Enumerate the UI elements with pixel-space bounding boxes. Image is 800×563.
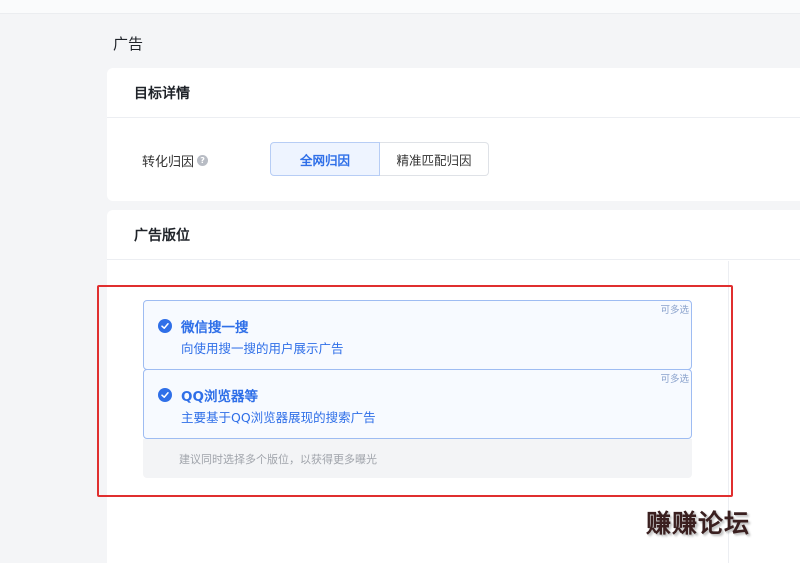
page-title: 广告 — [113, 35, 144, 53]
multi-select-badge: 可多选 — [660, 305, 689, 316]
option-title: 微信搜一搜 — [181, 320, 249, 336]
attribution-segmented-control: 全网归因 精准匹配归因 — [270, 142, 489, 176]
placement-option-qq-browser[interactable]: 可多选 QQ浏览器等 主要基于QQ浏览器展现的搜索广告 — [143, 369, 692, 439]
check-circle-icon — [158, 388, 172, 402]
watermark: 赚赚论坛 — [646, 509, 751, 538]
ad-placement-header: 广告版位 — [107, 210, 800, 260]
attribution-label-text: 转化归因 — [142, 155, 195, 170]
option-title: QQ浏览器等 — [181, 389, 258, 405]
attribution-option-network[interactable]: 全网归因 — [270, 142, 380, 176]
question-circle-icon[interactable]: ? — [197, 155, 209, 166]
check-circle-icon — [158, 319, 172, 333]
top-bar — [0, 0, 800, 14]
option-description: 主要基于QQ浏览器展现的搜索广告 — [181, 410, 376, 425]
attribution-label: 转化归因 ? — [142, 151, 209, 170]
attribution-option-precise[interactable]: 精准匹配归因 — [380, 142, 489, 176]
multi-select-badge: 可多选 — [660, 374, 689, 385]
placement-option-wechat-search[interactable]: 可多选 微信搜一搜 向使用搜一搜的用户展示广告 — [143, 300, 692, 370]
target-details-header: 目标详情 — [107, 68, 800, 118]
placement-hint: 建议同时选择多个版位，以获得更多曝光 — [143, 439, 692, 478]
target-details-card: 目标详情 转化归因 ? 全网归因 精准匹配归因 — [107, 68, 800, 201]
option-description: 向使用搜一搜的用户展示广告 — [181, 341, 344, 356]
